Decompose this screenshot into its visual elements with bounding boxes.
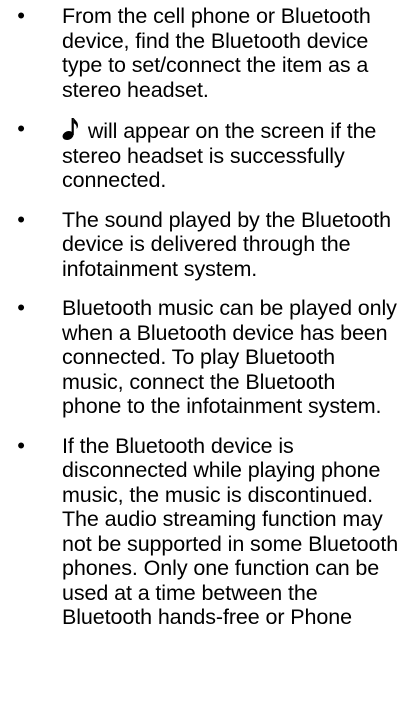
- list-item-text: The sound played by the Bluetooth device…: [62, 207, 391, 281]
- bullet-icon: •: [17, 116, 25, 141]
- bullet-icon: •: [17, 295, 25, 320]
- list-item: • From the cell phone or Bluetooth devic…: [0, 3, 403, 102]
- list-item-text: Bluetooth music can be played only when …: [62, 296, 397, 418]
- bullet-icon: •: [17, 432, 25, 458]
- list-item: • The sound played by the Bluetooth devi…: [0, 206, 403, 282]
- list-item-text: If the Bluetooth device is disconnected …: [62, 433, 399, 630]
- bullet-icon: •: [17, 3, 25, 28]
- list-item: • If the Bluetooth device is disconnecte…: [0, 432, 403, 630]
- bullet-list: • From the cell phone or Bluetooth devic…: [0, 3, 403, 645]
- list-item: • Bluetooth music can be played only whe…: [0, 295, 403, 419]
- bullet-icon: •: [17, 206, 25, 232]
- list-item-text: From the cell phone or Bluetooth device,…: [62, 4, 371, 102]
- list-item: • will appear on the screen if the stere…: [0, 116, 403, 193]
- manual-page: • From the cell phone or Bluetooth devic…: [0, 0, 403, 718]
- music-note-icon: [62, 117, 79, 141]
- list-item-text: will appear on the screen if the stereo …: [62, 119, 377, 192]
